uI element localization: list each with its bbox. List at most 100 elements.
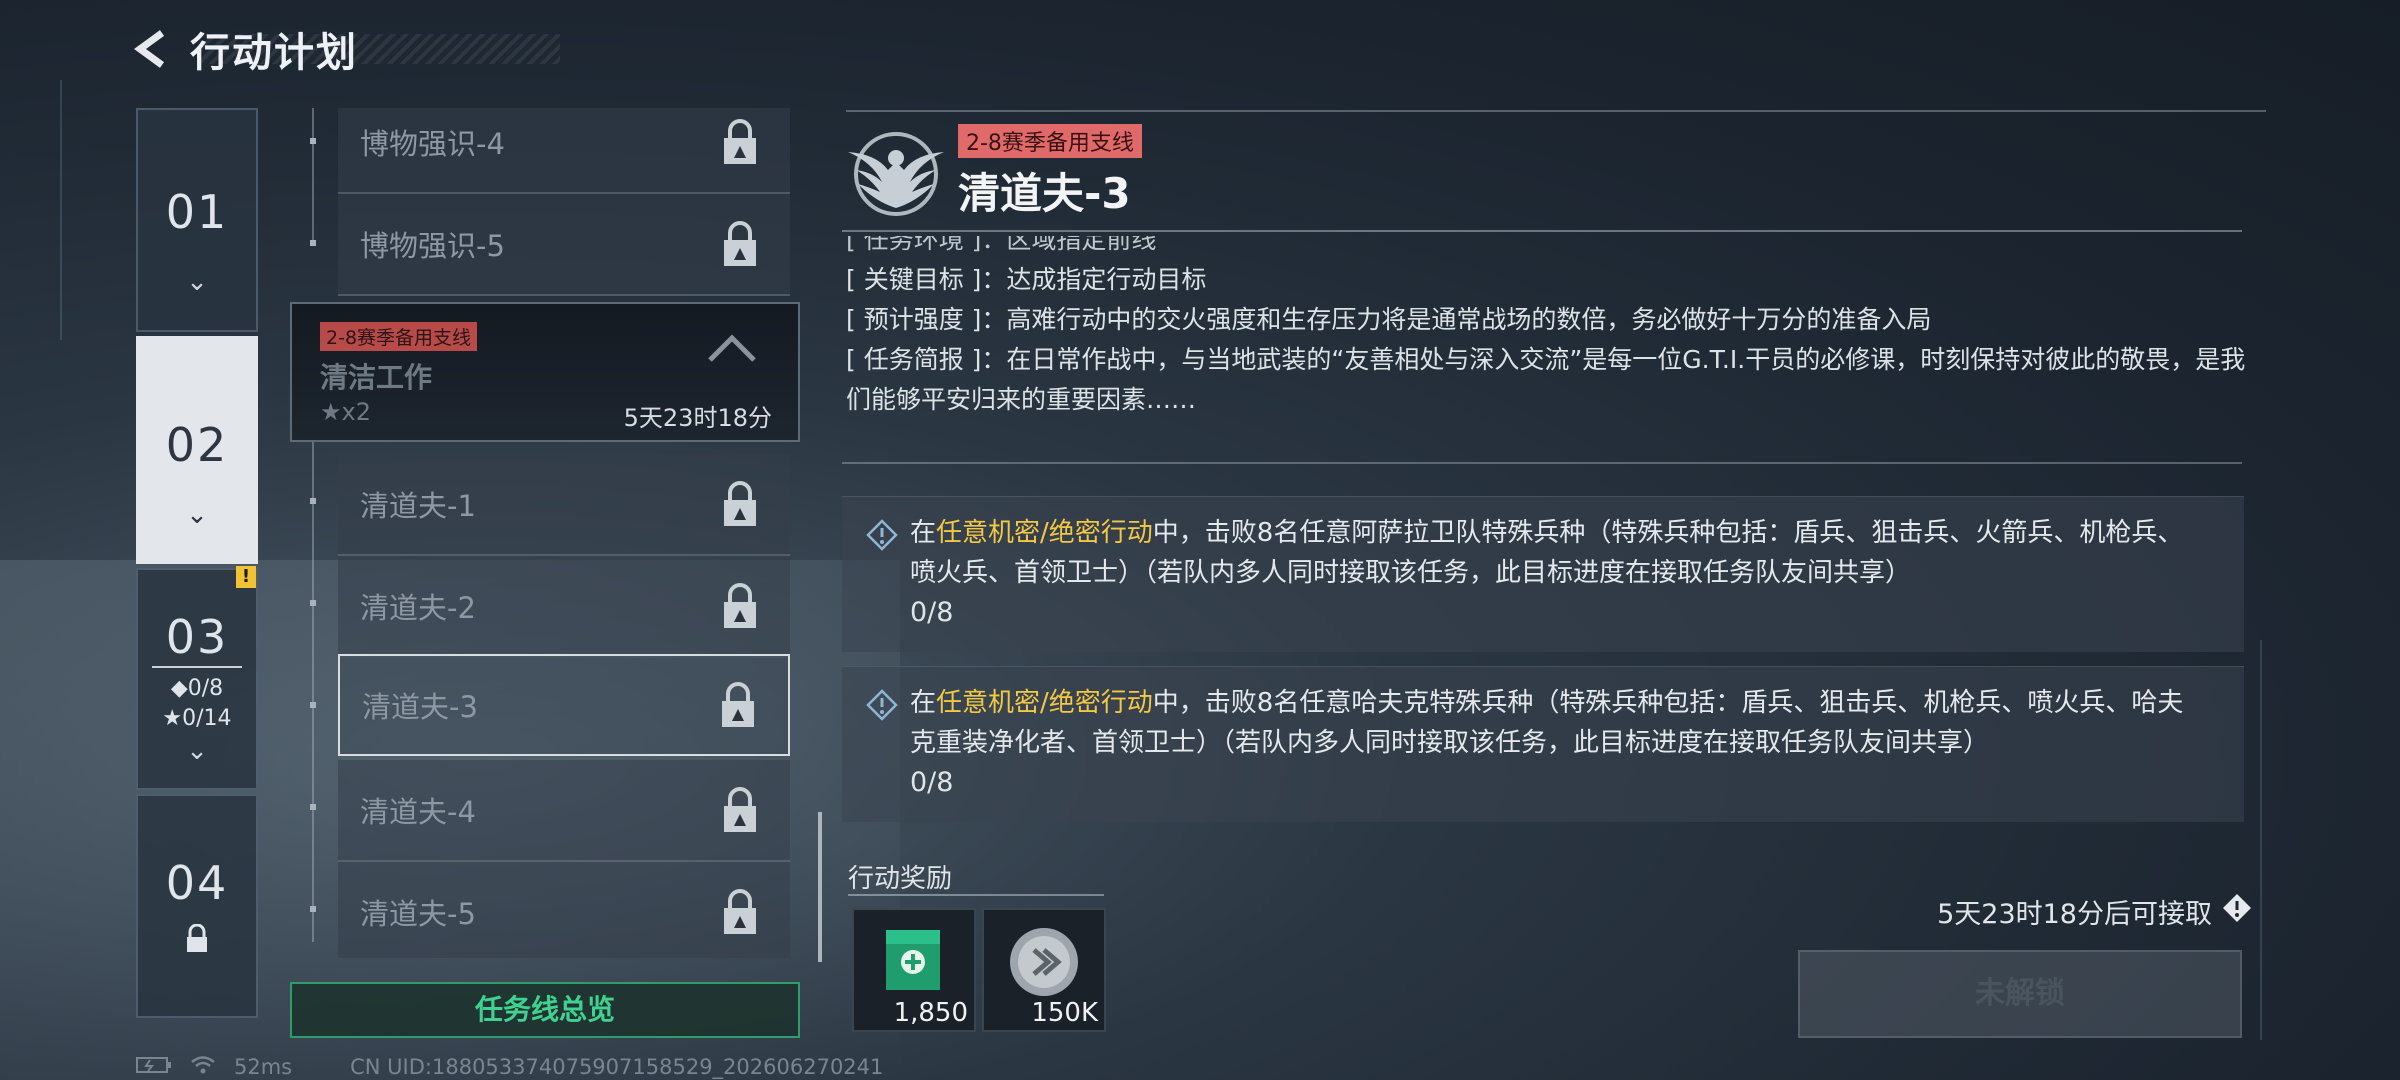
lock-icon <box>720 582 760 630</box>
objective-text: 在任意机密/绝密行动中，击败8名任意哈夫克特殊兵种（特殊兵种包括：盾兵、狙击兵、… <box>910 688 2184 758</box>
reward-item[interactable]: 150K <box>982 908 1106 1032</box>
info-label: [ 预计强度 ] <box>846 305 982 334</box>
info-row-intensity: [ 预计强度 ]：高难行动中的交火强度和生存压力将是通常战场的数倍，务必做好十万… <box>846 300 2246 340</box>
chapter-number: 01 <box>165 185 229 239</box>
status-bar: 52ms CN UID:188053374075907158529_202606… <box>136 1055 883 1079</box>
objective-progress: 0/8 <box>910 767 954 798</box>
reward-item[interactable]: 1,850 <box>852 908 976 1032</box>
lock-icon <box>720 480 760 528</box>
info-diamond-icon[interactable] <box>2222 893 2252 930</box>
mission-label: 清道夫-1 <box>360 489 476 523</box>
silver-coin-icon <box>1008 926 1080 1002</box>
branch-time: 5天23时18分 <box>623 404 772 432</box>
info-label: [ 关键目标 ] <box>846 265 982 294</box>
deco-line <box>2260 640 2262 1040</box>
diamond-progress: ◆0/8 <box>170 676 224 701</box>
mission-label: 清道夫-4 <box>360 795 476 829</box>
chapter-01[interactable]: 01 ⌄ <box>136 108 258 332</box>
mission-item[interactable]: 博物强识-5 <box>338 194 790 296</box>
objective-text: 在任意机密/绝密行动中，击败8名任意阿萨拉卫队特殊兵种（特殊兵种包括：盾兵、狙击… <box>910 518 2184 588</box>
objective-card: 在任意机密/绝密行动中，击败8名任意阿萨拉卫队特殊兵种（特殊兵种包括：盾兵、狙击… <box>842 496 2244 652</box>
info-row-briefing: [ 任务简报 ]：在日常作战中，与当地武装的“友善相处与深入交流”是每一位G.T… <box>846 340 2246 420</box>
objective-card: 在任意机密/绝密行动中，击败8名任意哈夫克特殊兵种（特殊兵种包括：盾兵、狙击兵、… <box>842 666 2244 822</box>
chapter-number: 04 <box>165 856 229 910</box>
branch-name: 清洁工作 <box>320 361 433 394</box>
diamond-objective-icon <box>866 689 898 721</box>
eagle-emblem-icon <box>842 122 950 222</box>
objective-highlight: 任意机密/绝密行动 <box>936 688 1153 718</box>
uid-text: CN UID:188053374075907158529_20260627024… <box>350 1055 884 1079</box>
info-label: [ 任务简报 ] <box>846 345 982 374</box>
tree-line <box>312 442 314 942</box>
lock-icon <box>718 681 758 729</box>
chapter-04[interactable]: 04 <box>136 794 258 1018</box>
wifi-icon <box>190 1055 216 1080</box>
info-value: ：高难行动中的交火强度和生存压力将是通常战场的数倍，务必做好十万分的准备入局 <box>981 305 1932 334</box>
reward-title: 行动奖励 <box>848 864 953 894</box>
mission-item[interactable]: 清道夫-1 <box>338 454 790 556</box>
lock-icon <box>720 220 760 268</box>
chapter-number: 03 <box>165 610 229 664</box>
info-row-key-objective: [ 关键目标 ]：达成指定行动目标 <box>846 260 2246 300</box>
divider <box>842 230 2242 232</box>
branch-tag: 2-8赛季备用支线 <box>320 322 478 351</box>
locked-button[interactable]: 未解锁 <box>1798 950 2242 1038</box>
chevron-down-icon: ⌄ <box>186 736 208 766</box>
ping-text: 52ms <box>234 1055 293 1079</box>
mission-line-overview-button[interactable]: 任务线总览 <box>290 982 800 1038</box>
info-value: ：达成指定行动目标 <box>981 265 1207 294</box>
mission-detail-panel: 2-8赛季备用支线 清道夫-3 [ 任务环境 ]：区域指定前线 [ 关键目标 ]… <box>842 108 2266 1068</box>
scrollbar[interactable] <box>818 812 822 962</box>
mission-item[interactable]: 清道夫-4 <box>338 760 790 862</box>
battery-icon <box>136 1055 172 1079</box>
tree-dot <box>310 804 316 810</box>
warning-badge: ! <box>236 566 256 588</box>
reward-quantity: 1,850 <box>893 998 968 1028</box>
tree-line <box>312 108 314 240</box>
tree-dot <box>310 498 316 504</box>
tree-dot <box>310 702 316 708</box>
detail-tag: 2-8赛季备用支线 <box>958 124 1142 158</box>
mission-label: 清道夫-2 <box>360 591 476 625</box>
lock-icon <box>720 118 760 166</box>
chevron-down-icon: ⌄ <box>186 500 208 530</box>
chapter-number: 02 <box>165 418 229 472</box>
mission-item[interactable]: 清道夫-2 <box>338 556 790 658</box>
divider <box>848 894 1104 896</box>
page-title: 行动计划 <box>190 30 358 76</box>
chapter-list: 01 ⌄ 02 ⌄ ! 03 ◆0/8 ★0/14 ⌄ 04 <box>136 108 258 1022</box>
mission-label: 博物强识-4 <box>360 127 505 161</box>
tree-dot <box>310 600 316 606</box>
branch-stars: ★x2 <box>320 398 371 426</box>
chapter-02[interactable]: 02 ⌄ <box>136 336 258 564</box>
info-value: ：在日常作战中，与当地武装的“友善相处与深入交流”是每一位G.T.I.干员的必修… <box>846 345 2246 414</box>
deco-line <box>60 80 62 340</box>
star-progress: ★0/14 <box>162 706 232 731</box>
info-row-cut: [ 任务环境 ]：区域指定前线 <box>846 236 1157 254</box>
chapter-03[interactable]: ! 03 ◆0/8 ★0/14 ⌄ <box>136 566 258 790</box>
unlock-hint-text: 5天23时18分后可接取 <box>1937 899 2212 930</box>
detail-title: 清道夫-3 <box>958 169 1131 218</box>
mission-label: 清道夫-5 <box>360 897 476 931</box>
green-crate-icon <box>884 928 942 996</box>
objective-highlight: 任意机密/绝密行动 <box>936 518 1153 548</box>
divider <box>842 462 2242 464</box>
mission-item[interactable]: 清道夫-5 <box>338 862 790 958</box>
mission-item[interactable]: 博物强识-4 <box>338 108 790 194</box>
unlock-hint: 5天23时18分后可接取 <box>1937 892 2252 931</box>
lock-icon <box>720 786 760 834</box>
back-arrow-icon[interactable] <box>132 27 172 71</box>
tree-dot <box>310 906 316 912</box>
divider <box>152 666 242 668</box>
reward-quantity: 150K <box>1031 998 1098 1028</box>
chevron-up-icon[interactable] <box>706 332 758 364</box>
lock-icon <box>720 888 760 936</box>
mission-list: 博物强识-4 博物强识-5 2-8赛季备用支线 清洁工作 ★x2 5天23时18… <box>290 108 800 958</box>
objective-progress: 0/8 <box>910 597 954 628</box>
chevron-down-icon: ⌄ <box>186 267 208 297</box>
mission-label: 博物强识-5 <box>360 229 505 263</box>
tree-dot <box>310 240 316 246</box>
branch-card[interactable]: 2-8赛季备用支线 清洁工作 ★x2 5天23时18分 <box>290 302 800 442</box>
mission-item-selected[interactable]: 清道夫-3 <box>338 654 790 756</box>
header: 行动计划 <box>132 22 358 76</box>
